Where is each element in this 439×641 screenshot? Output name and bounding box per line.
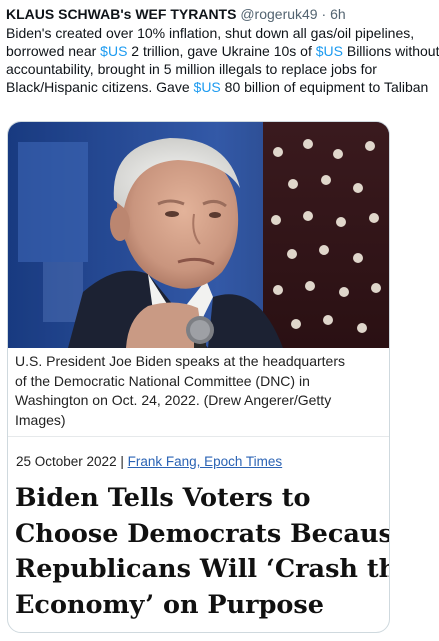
meta-divider (8, 436, 389, 437)
headline-line: Economy’ on Purpose (15, 589, 325, 620)
article-card[interactable]: U.S. President Joe Biden speaks at the h… (7, 121, 390, 633)
header-separator: · (321, 6, 327, 22)
tweet-text: Biden's created over 10% inflation, shut… (6, 24, 439, 96)
tweet-text-segment: Biden's created over 10% inflation, shut… (6, 25, 415, 41)
tweet-header: KLAUS SCHWAB's WEF TYRANTS @rogeruk49 · … (6, 5, 346, 23)
photo-caption: U.S. President Joe Biden speaks at the h… (15, 352, 383, 430)
headline-line: Biden Tells Voters to (15, 483, 311, 513)
tweet-text-segment: accountability, brought in 5 million ill… (6, 61, 377, 77)
caption-line: of the Democratic National Committee (DN… (15, 372, 310, 389)
author-handle[interactable]: @rogeruk49 (240, 6, 317, 22)
cashtag-link[interactable]: $US (194, 79, 221, 95)
headline-line: Choose Democrats Because (15, 518, 390, 549)
caption-line: Washington on Oct. 24, 2022. (Drew Anger… (15, 392, 332, 408)
tweet-text-line: borrowed near $US 2 trillion, gave Ukrai… (6, 42, 439, 60)
article-headline[interactable]: Biden Tells Voters to Choose Democrats Be… (15, 481, 390, 623)
author-name[interactable]: KLAUS SCHWAB's WEF TYRANTS (6, 6, 236, 22)
tweet-text-line: Black/Hispanic citizens. Gave $US 80 bil… (6, 78, 439, 96)
tweet-text-segment: Billions without (342, 43, 439, 59)
tweet-text-segment: 80 billion of equipment to Taliban (220, 79, 429, 95)
byline-link[interactable]: Frank Fang, Epoch Times (128, 454, 283, 469)
article-meta: 25 October 2022 | Frank Fang, Epoch Time… (16, 453, 282, 471)
tweet-timestamp[interactable]: 6h (330, 6, 346, 22)
tweet-text-line: accountability, brought in 5 million ill… (6, 60, 439, 78)
article-photo (8, 122, 389, 348)
tweet: KLAUS SCHWAB's WEF TYRANTS @rogeruk49 · … (0, 0, 439, 641)
tweet-text-segment: borrowed near (6, 43, 101, 59)
cashtag-link[interactable]: $US (316, 43, 343, 59)
headline-line: Republicans Will ‘Crash the (15, 554, 390, 584)
cashtag-link[interactable]: $US (100, 43, 127, 59)
meta-separator: | (116, 454, 128, 469)
article-date: 25 October 2022 (16, 454, 117, 469)
tweet-text-line: Biden's created over 10% inflation, shut… (6, 24, 439, 42)
tweet-text-segment: 2 trillion, gave Ukraine 10s of (127, 43, 316, 59)
caption-line: U.S. President Joe Biden speaks at the h… (15, 353, 345, 369)
caption-line: Images) (15, 411, 66, 428)
tweet-text-segment: Black/Hispanic citizens. Gave (6, 79, 194, 95)
